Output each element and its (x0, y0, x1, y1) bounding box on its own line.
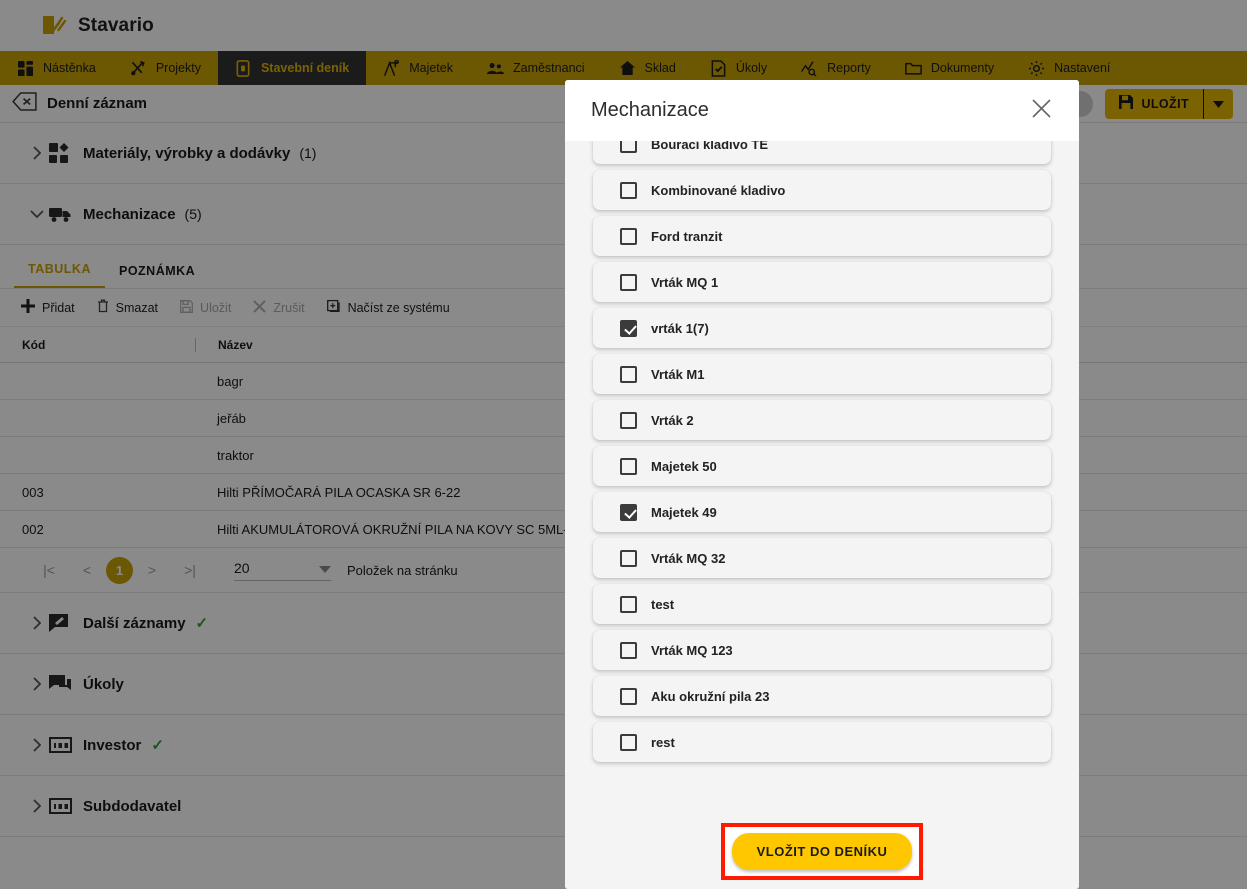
list-item-label: Ford tranzit (651, 228, 723, 244)
checkbox-unchecked-icon[interactable] (620, 549, 637, 567)
list-item[interactable]: Vrták 2 (593, 400, 1051, 440)
list-item-label: Majetek 49 (651, 504, 717, 520)
checkbox-unchecked-icon[interactable] (620, 733, 637, 751)
modal-footer: VLOŽIT DO DENÍKU (565, 814, 1079, 889)
list-item[interactable]: Aku okružní pila 23 (593, 676, 1051, 716)
list-item-label: vrták 1(7) (651, 320, 709, 336)
list-item[interactable]: Majetek 50 (593, 446, 1051, 486)
list-item-label: Vrták 2 (651, 412, 694, 428)
submit-highlight: VLOŽIT DO DENÍKU (720, 823, 924, 880)
list-item[interactable]: Majetek 49 (593, 492, 1051, 532)
list-item-label: Kombinované kladivo (651, 182, 786, 198)
list-item-label: test (651, 596, 675, 612)
checkbox-checked-icon[interactable] (620, 503, 637, 521)
list-item[interactable]: vrták 1(7) (593, 308, 1051, 348)
checkbox-unchecked-icon[interactable] (620, 273, 637, 291)
list-item-label: rest (651, 734, 675, 750)
list-item[interactable]: Vrták MQ 123 (593, 630, 1051, 670)
list-item[interactable]: Vrták MQ 1 (593, 262, 1051, 302)
list-item-label: Aku okružní pila 23 (651, 688, 770, 704)
checkbox-checked-icon[interactable] (620, 319, 637, 337)
list-item[interactable]: Ford tranzit (593, 216, 1051, 256)
list-item[interactable]: Bourací kladivo TE (593, 141, 1051, 164)
list-item[interactable]: test (593, 584, 1051, 624)
checkbox-unchecked-icon[interactable] (620, 595, 637, 613)
checkbox-unchecked-icon[interactable] (620, 365, 637, 383)
close-icon[interactable] (1031, 98, 1052, 124)
modal-body[interactable]: Bourací kladivo TE Kombinované kladivo F… (565, 141, 1079, 814)
checkbox-unchecked-icon[interactable] (620, 227, 637, 245)
list-item-label: Vrták MQ 1 (651, 274, 719, 290)
mechanizace-checkbox-list: Bourací kladivo TE Kombinované kladivo F… (593, 141, 1051, 768)
checkbox-unchecked-icon[interactable] (620, 641, 637, 659)
list-item[interactable]: rest (593, 722, 1051, 762)
list-item[interactable]: Vrták MQ 32 (593, 538, 1051, 578)
modal-title: Mechanizace (591, 99, 709, 121)
insert-into-journal-button[interactable]: VLOŽIT DO DENÍKU (731, 833, 913, 870)
checkbox-unchecked-icon[interactable] (620, 457, 637, 475)
list-item-label: Vrták MQ 32 (651, 550, 726, 566)
checkbox-unchecked-icon[interactable] (620, 141, 637, 153)
list-item[interactable]: Vrták M1 (593, 354, 1051, 394)
list-item-label: Vrták MQ 123 (651, 642, 733, 658)
list-item[interactable]: Kombinované kladivo (593, 170, 1051, 210)
list-item-label: Majetek 50 (651, 458, 717, 474)
list-item-label: Vrták M1 (651, 366, 705, 382)
checkbox-unchecked-icon[interactable] (620, 181, 637, 199)
checkbox-unchecked-icon[interactable] (620, 687, 637, 705)
checkbox-unchecked-icon[interactable] (620, 411, 637, 429)
mechanizace-modal: Mechanizace Bourací kladivo TE Kombinova… (565, 80, 1079, 889)
list-item-label: Bourací kladivo TE (651, 141, 769, 152)
modal-header: Mechanizace (565, 80, 1079, 141)
